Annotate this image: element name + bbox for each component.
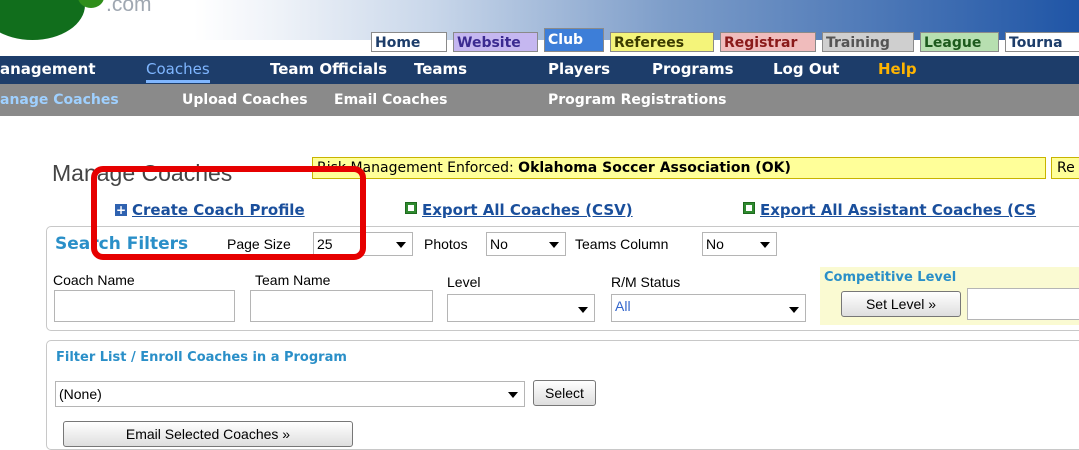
program-select[interactable]: (None) [55,381,525,407]
competitive-level-box: Competitive Level Set Level » [820,267,1079,325]
export-all-coaches-label: Export All Coaches (CSV) [422,201,633,219]
coach-name-input[interactable] [54,290,235,322]
email-selected-coaches-button[interactable]: Email Selected Coaches » [63,421,353,447]
risk-management-notice: Risk Management Enforced: Oklahoma Socce… [312,157,1046,179]
subnav-item-email-coaches[interactable]: Email Coaches [334,92,448,108]
risk-org: Oklahoma Soccer Association (OK) [518,160,791,176]
subnav-item-anage-coaches[interactable]: anage Coaches [0,92,119,108]
level-label: Level [447,274,481,290]
re-notice: Re [1051,157,1079,179]
tab-tourna[interactable]: Tourna [1005,32,1079,52]
photos-value: No [490,236,508,252]
nav-item-team-officials[interactable]: Team Officials [270,60,387,78]
tab-training[interactable]: Training [822,32,914,52]
teams-column-label: Teams Column [575,236,669,252]
photos-label: Photos [424,236,468,252]
sub-nav: anage Coaches Upload Coaches Email Coaches… [0,84,1079,116]
chevron-down-icon [760,242,770,248]
nav-item-log-out[interactable]: Log Out [773,60,839,78]
coach-name-label: Coach Name [53,272,135,288]
highlight-annotation [91,166,366,260]
enroll-title: Filter List / Enroll Coaches in a Progra… [56,350,347,365]
main-nav: anagement Coaches Team Officials Teams Playe… [0,56,1079,84]
competitive-level-input[interactable] [967,288,1079,320]
export-assistant-coaches-link[interactable]: Export All Assistant Coaches (CS [743,201,1036,219]
tab-website[interactable]: Website [453,32,538,52]
subnav-item-upload-coaches[interactable]: Upload Coaches [182,92,308,108]
excel-icon [743,202,755,214]
header-banner [0,0,1079,40]
nav-item-teams[interactable]: Teams [414,60,467,78]
program-value: (None) [59,386,102,402]
teams-column-select[interactable]: No [702,232,777,256]
rm-status-label: R/M Status [611,274,681,290]
rm-status-select[interactable]: All [611,294,806,322]
team-name-label: Team Name [255,272,331,288]
photos-select[interactable]: No [486,232,566,256]
chevron-down-icon [396,242,406,248]
teams-column-value: No [706,236,724,252]
chevron-down-icon [578,307,588,313]
nav-item-programs[interactable]: Programs [652,60,734,78]
nav-item-coaches[interactable]: Coaches [146,60,210,83]
excel-icon [405,202,417,214]
tab-registrar[interactable]: Registrar [720,32,816,52]
set-level-button[interactable]: Set Level » [841,291,961,317]
enroll-panel: Filter List / Enroll Coaches in a Progra… [46,340,1079,450]
header: .com Home Website Club Referees Registrar Tra… [0,0,1079,58]
level-select[interactable] [447,294,595,322]
competitive-level-label: Competitive Level [824,270,957,285]
export-all-coaches-link[interactable]: Export All Coaches (CSV) [405,201,633,219]
select-button[interactable]: Select [533,380,596,406]
chevron-down-icon [549,242,559,248]
rm-status-value: All [615,298,631,314]
tab-referees[interactable]: Referees [610,32,714,52]
tab-club[interactable]: Club [544,28,604,52]
subnav-item-program-registrations[interactable]: Program Registrations [548,92,727,108]
team-name-input[interactable] [250,290,433,322]
tab-home[interactable]: Home [371,32,447,52]
tab-league[interactable]: League [920,32,999,52]
nav-item-anagement[interactable]: anagement [0,60,96,78]
nav-item-help[interactable]: Help [878,60,917,78]
nav-item-players[interactable]: Players [548,60,610,78]
logo-text: .com [106,0,152,16]
export-assistant-coaches-label: Export All Assistant Coaches (CS [760,201,1037,219]
chevron-down-icon [508,392,518,398]
chevron-down-icon [789,307,799,313]
